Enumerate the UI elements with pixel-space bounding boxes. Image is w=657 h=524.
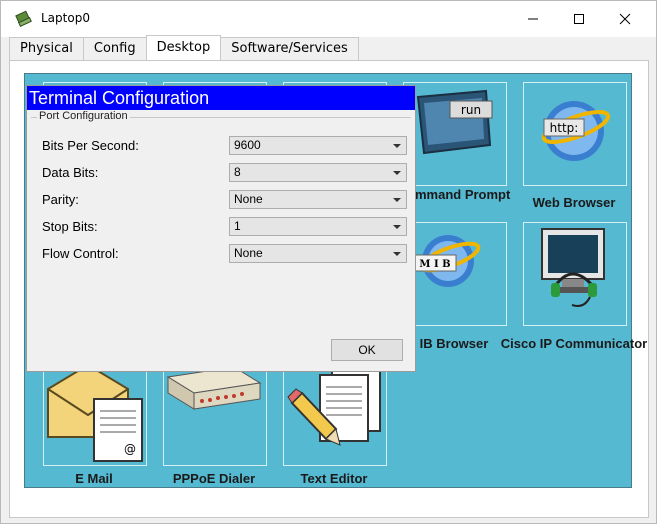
stop-bits-value: 1	[234, 219, 241, 233]
chevron-down-icon	[393, 225, 401, 229]
title-bar[interactable]: Laptop0	[1, 1, 656, 37]
bits-per-second-label: Bits Per Second:	[42, 138, 139, 153]
app-window: Laptop0 Physical Config Desktop Software…	[0, 0, 657, 524]
text-editor-tile[interactable]	[283, 362, 387, 466]
svg-text:run: run	[461, 103, 481, 117]
flow-control-label: Flow Control:	[42, 246, 119, 261]
chevron-down-icon	[393, 144, 401, 148]
group-label: Port Configuration	[37, 110, 130, 122]
minimize-button[interactable]	[510, 1, 556, 37]
command-prompt-tile[interactable]: run	[403, 82, 507, 186]
tab-config[interactable]: Config	[82, 37, 147, 60]
close-icon	[619, 13, 631, 25]
data-bits-label: Data Bits:	[42, 165, 99, 180]
svg-text:http:: http:	[550, 121, 579, 135]
chevron-down-icon	[393, 171, 401, 175]
tab-physical[interactable]: Physical	[9, 37, 84, 60]
dialog-title[interactable]: Terminal Configuration	[27, 86, 415, 110]
chevron-down-icon	[393, 198, 401, 202]
command-prompt-icon: run	[416, 89, 493, 155]
data-bits-select[interactable]: 8	[229, 163, 407, 182]
mib-browser-icon: M I B	[413, 235, 481, 287]
email-tile[interactable]: @	[43, 362, 147, 466]
web-browser-tile[interactable]: http:	[523, 82, 627, 186]
close-button[interactable]	[602, 1, 648, 37]
pppoe-dialer-tile[interactable]	[163, 362, 267, 466]
svg-text:@: @	[124, 442, 136, 456]
pppoe-dialer-icon	[166, 366, 262, 410]
flow-control-value: None	[234, 246, 263, 260]
web-browser-label[interactable]: Web Browser	[499, 194, 649, 211]
cisco-ip-communicator-label[interactable]: Cisco IP Communicator	[499, 335, 649, 352]
text-editor-icon	[287, 364, 381, 446]
ok-button[interactable]: OK	[331, 339, 403, 361]
bits-per-second-value: 9600	[234, 138, 261, 152]
port-configuration-group: Port Configuration Bits Per Second: 9600…	[31, 110, 411, 358]
maximize-icon	[574, 14, 584, 24]
bits-per-second-select[interactable]: 9600	[229, 136, 407, 155]
tab-software-services[interactable]: Software/Services	[220, 37, 359, 60]
parity-label: Parity:	[42, 192, 79, 207]
data-bits-value: 8	[234, 165, 241, 179]
text-editor-label[interactable]: Text Editor	[259, 470, 409, 487]
mib-browser-tile[interactable]: M I B	[403, 222, 507, 326]
tab-bar: Physical Config Desktop Software/Service…	[9, 35, 359, 61]
cisco-ip-communicator-tile[interactable]	[523, 222, 627, 326]
chevron-down-icon	[393, 252, 401, 256]
stop-bits-label: Stop Bits:	[42, 219, 98, 234]
web-browser-icon: http:	[541, 101, 611, 161]
minimize-icon	[528, 18, 538, 20]
parity-value: None	[234, 192, 263, 206]
flow-control-select[interactable]: None	[229, 244, 407, 263]
maximize-button[interactable]	[556, 1, 602, 37]
parity-select[interactable]: None	[229, 190, 407, 209]
terminal-configuration-dialog: Terminal Configuration Port Configuratio…	[26, 85, 416, 372]
stop-bits-select[interactable]: 1	[229, 217, 407, 236]
email-icon: @	[47, 363, 143, 462]
svg-text:M I B: M I B	[419, 259, 450, 270]
window-title: Laptop0	[41, 11, 90, 25]
laptop-app-icon	[15, 10, 32, 28]
cisco-ip-communicator-icon	[541, 228, 605, 307]
tab-desktop[interactable]: Desktop	[145, 35, 222, 60]
